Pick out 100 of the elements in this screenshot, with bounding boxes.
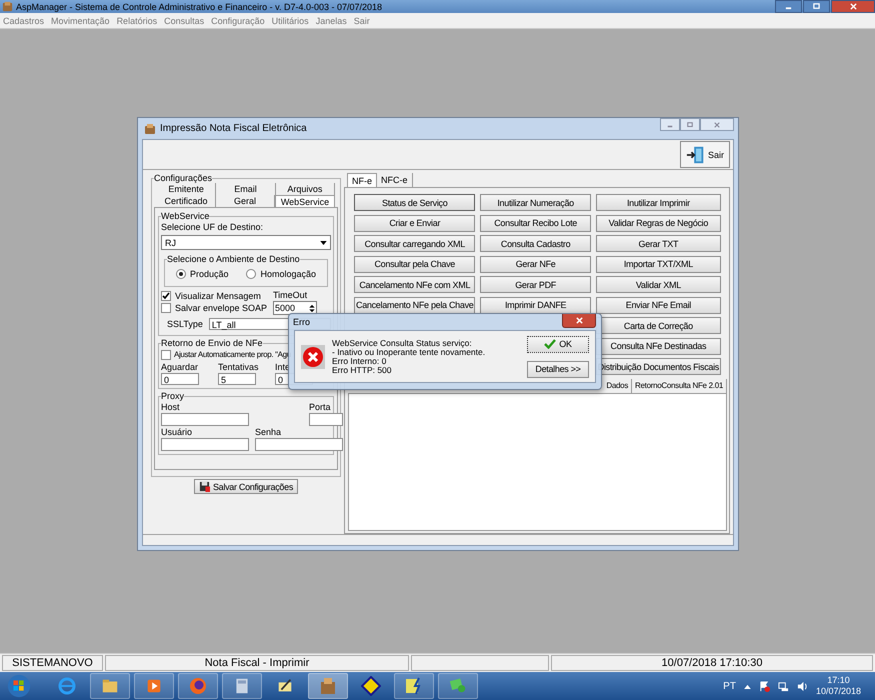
status-panel: 10/07/2018 17:10:30 (551, 655, 873, 671)
maximize-button[interactable] (680, 118, 700, 131)
status-panel: SISTEMANOVO (2, 655, 103, 671)
flag-icon[interactable] (758, 680, 770, 692)
up-arrow-icon[interactable] (744, 684, 751, 688)
calculator-icon[interactable] (222, 673, 262, 699)
spinner-arrows-icon (309, 304, 315, 312)
radio-option[interactable]: Homologação (246, 268, 316, 280)
state-dropdown[interactable]: RJ (161, 235, 331, 250)
input-field[interactable]: 5 (218, 373, 256, 385)
tab[interactable]: Emitente (157, 183, 216, 195)
action-button[interactable]: Consultar Recibo Lote (480, 214, 591, 232)
field-label: Host (161, 402, 181, 413)
timeout-spinner[interactable]: 5000 (273, 301, 317, 315)
close-icon (574, 317, 584, 324)
tab[interactable]: WebService (275, 195, 335, 207)
action-button[interactable]: Cancelamento NFe com XML (354, 276, 476, 293)
clock[interactable]: 17:10 10/07/2018 (816, 675, 861, 697)
field-label: Porta (309, 402, 332, 413)
shapes-icon[interactable] (438, 673, 478, 699)
tab[interactable]: NFC-e (377, 173, 412, 187)
checkbox[interactable]: Salvar envelope SOAP (161, 302, 268, 314)
menu-item[interactable]: Utilitários (272, 16, 309, 26)
menu-item[interactable]: Janelas (316, 16, 347, 26)
input-field[interactable] (309, 413, 343, 426)
action-button[interactable]: Inutilizar Imprimir (596, 194, 721, 211)
window-title: AspManager - Sistema de Controle Administrativo e Financeiro - v. D7-4.0-003 - 07/07/2018 (16, 2, 382, 12)
action-button[interactable]: Consultar carregando XML (354, 235, 476, 252)
close-icon (713, 122, 721, 128)
menu-item[interactable]: Relatórios (116, 16, 158, 26)
start-button[interactable] (6, 673, 32, 699)
restore-icon (812, 3, 821, 10)
action-button[interactable]: Enviar NFe Email (596, 296, 721, 314)
close-icon (848, 3, 858, 10)
field-label: Selecione UF de Destino: (161, 222, 264, 233)
action-button[interactable]: Inutilizar Numeração (480, 194, 591, 211)
action-button[interactable]: Gerar TXT (596, 235, 721, 252)
group-title: WebService (161, 211, 210, 221)
status-panel: Nota Fiscal - Imprimir (105, 655, 409, 671)
minimize-button[interactable] (775, 0, 802, 13)
box-icon (2, 1, 13, 12)
exit-button[interactable]: Sair (680, 141, 730, 168)
checkmark-icon (544, 339, 556, 349)
action-button[interactable]: Validar Regras de Negócio (596, 214, 721, 232)
folder-icon[interactable] (90, 673, 130, 699)
radio-option[interactable]: Produção (176, 268, 228, 280)
firefox-icon[interactable] (178, 673, 218, 699)
action-button[interactable]: Cancelamento NFe pela Chave (354, 296, 476, 314)
input-field[interactable] (161, 438, 249, 451)
group-title: Retorno de Envio de NFe (161, 338, 263, 348)
details-button[interactable]: Detalhes >> (527, 360, 589, 378)
checkmark-icon (162, 292, 170, 300)
maximize-icon (686, 122, 694, 128)
restore-button[interactable] (803, 0, 830, 13)
action-button[interactable]: Distribuição Documentos Fiscais (596, 358, 721, 375)
field-label: TimeOut (273, 290, 308, 301)
action-button[interactable]: Status de Serviço (354, 194, 476, 211)
window-title: Impressão Nota Fiscal Eletrônica (160, 123, 307, 134)
menu-item[interactable]: Consultas (164, 16, 204, 26)
field-label: Usuário (161, 427, 194, 438)
menu-item[interactable]: Sair (354, 16, 370, 26)
lightning-icon[interactable] (394, 673, 434, 699)
input-field[interactable] (161, 413, 249, 426)
checkbox[interactable]: Ajustar Automaticamente prop. "Agu (161, 349, 331, 361)
menu-item[interactable]: Cadastros (3, 16, 44, 26)
action-button[interactable]: Criar e Enviar (354, 214, 476, 232)
error-icon (301, 344, 325, 368)
input-field[interactable]: 0 (161, 373, 199, 385)
group-title: Proxy (161, 391, 184, 401)
ok-button[interactable]: OK (527, 336, 589, 352)
error-message: WebService Consulta Status serviço: - Inativo ou Inoperante tente novamente. Erro Interno: 0 Erro HTTP: 500 (332, 338, 486, 374)
media-player-icon[interactable] (134, 673, 174, 699)
field-label: SSLType (167, 318, 203, 330)
action-button[interactable]: Gerar PDF (480, 276, 591, 293)
dropdown-arrow-icon (320, 240, 327, 244)
field-label: Tentativas (218, 362, 260, 373)
save-button[interactable]: Salvar Configurações (194, 479, 298, 494)
speaker-icon[interactable] (796, 680, 808, 692)
close-button[interactable] (831, 0, 875, 13)
language-indicator[interactable]: PT (723, 680, 736, 692)
action-button[interactable]: Importar TXT/XML (596, 256, 721, 272)
field-label: Senha (255, 427, 282, 438)
network-icon[interactable] (778, 680, 789, 692)
action-button[interactable]: Consulta Cadastro (480, 235, 591, 252)
group-title: Configurações (154, 173, 212, 183)
box-icon (144, 122, 156, 134)
tab[interactable]: NF-e (347, 173, 377, 187)
group-title: Selecione o Ambiente de Destino (167, 254, 300, 264)
action-button[interactable]: Validar XML (596, 276, 721, 293)
menu-item[interactable]: Movimentação (51, 16, 110, 26)
field-label: Aguardar (161, 362, 200, 373)
menu-item[interactable]: Configuração (211, 16, 265, 26)
door-icon (686, 144, 706, 164)
action-button[interactable]: Consultar pela Chave (354, 256, 476, 272)
close-button[interactable] (562, 314, 596, 328)
action-button[interactable]: Imprimir DANFE (480, 296, 591, 314)
input-field[interactable] (255, 438, 343, 451)
tab[interactable]: Certificado (157, 195, 216, 207)
action-button[interactable]: Gerar NFe (480, 256, 591, 272)
checkbox[interactable]: Visualizar Mensagem (161, 290, 268, 302)
